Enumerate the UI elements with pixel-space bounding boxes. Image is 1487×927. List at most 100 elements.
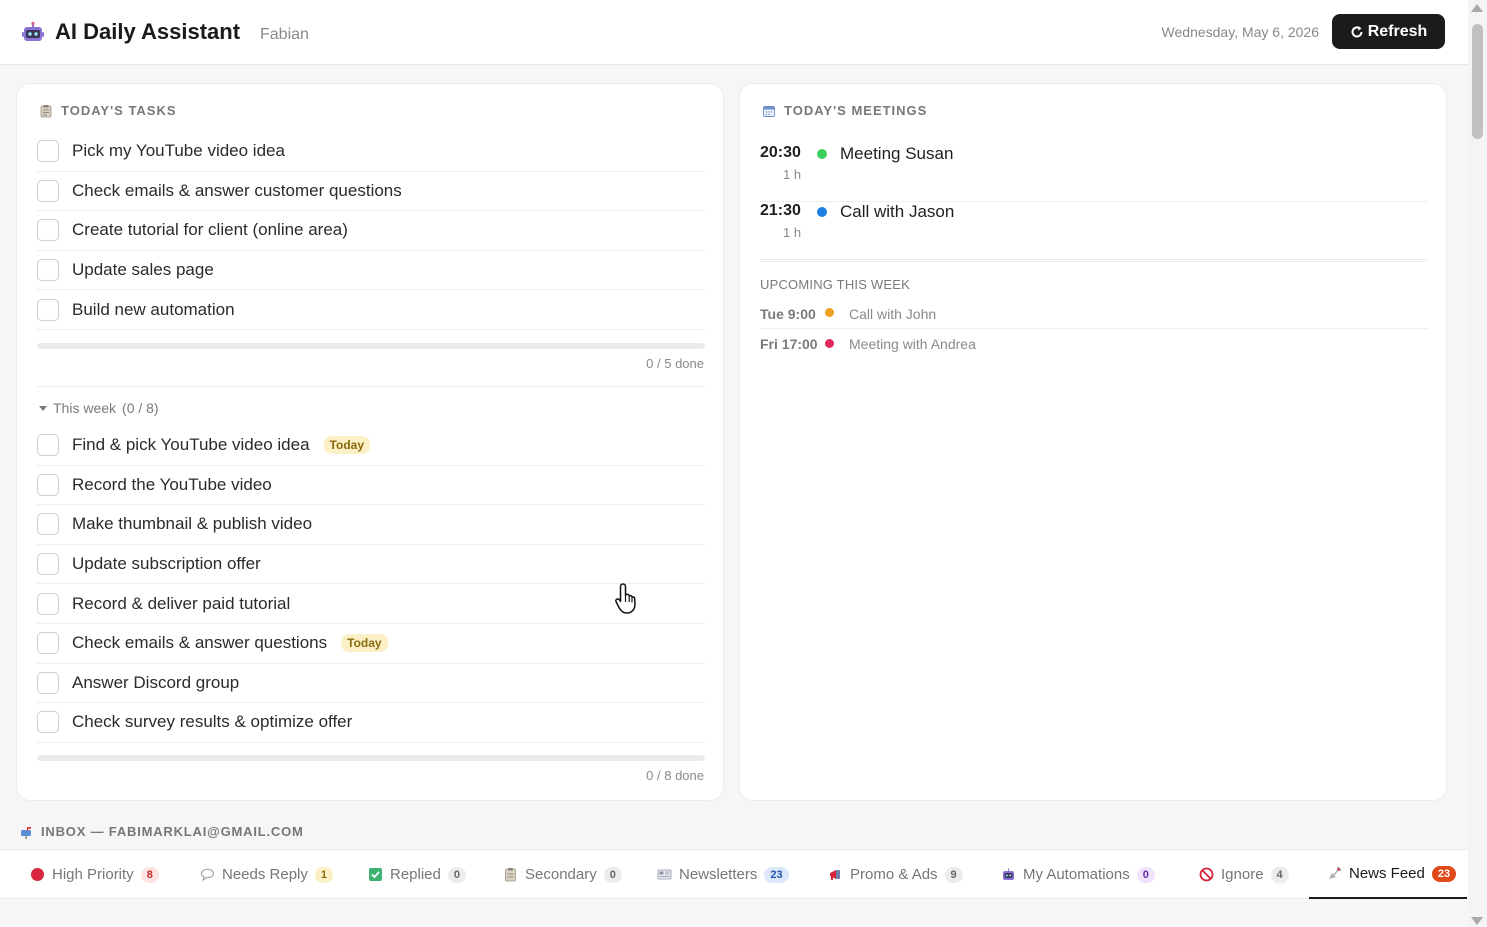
tab-promo-ads[interactable]: Promo & Ads 9 [828, 850, 963, 899]
section-divider [37, 386, 705, 387]
upcoming-time: Tue 9:00 [760, 305, 816, 322]
task-label: Build new automation [72, 299, 235, 319]
hand-cursor-icon [615, 583, 636, 614]
upcoming-title: Call with John [849, 305, 937, 322]
refresh-label: Refresh [1367, 22, 1428, 40]
upcoming-label: UPCOMING THIS WEEK [760, 277, 910, 292]
tab-newsletters[interactable]: Newsletters 23 [657, 850, 789, 899]
today-badge: Today [341, 634, 388, 653]
megaphone-icon [828, 867, 843, 882]
tab-my-automations[interactable]: My Automations 0 [1001, 850, 1155, 899]
page-scrollbar[interactable] [1468, 0, 1487, 927]
clipboard-icon [503, 867, 518, 882]
meeting-title: Meeting Susan [840, 144, 954, 163]
task-label: Record & deliver paid tutorial [72, 593, 291, 613]
task-checkbox[interactable] [37, 513, 59, 536]
task-row: Check emails & answer questions Today [37, 624, 705, 664]
task-label: Check emails & answer questions [72, 633, 328, 653]
meeting-duration: 1 h [783, 167, 802, 182]
clipboard-icon [40, 104, 52, 117]
task-checkbox[interactable] [37, 473, 59, 496]
tab-label: Secondary [525, 866, 597, 883]
scroll-down-arrow-icon[interactable] [1471, 917, 1483, 925]
tab-label: Needs Reply [222, 866, 308, 883]
task-checkbox[interactable] [37, 298, 59, 321]
tab-count-badge: 0 [603, 866, 622, 883]
today-progress-bar [37, 343, 705, 349]
tasks-card: TODAY'S TASKS Pick my YouTube video idea… [16, 83, 724, 801]
meeting-duration: 1 h [783, 225, 802, 240]
tab-count-badge: 4 [1270, 866, 1289, 883]
task-checkbox[interactable] [37, 711, 59, 734]
task-checkbox[interactable] [37, 632, 59, 655]
task-checkbox[interactable] [37, 592, 59, 615]
tab-count-badge: 23 [764, 866, 789, 883]
tab-secondary[interactable]: Secondary 0 [503, 850, 622, 899]
this-week-toggle[interactable]: This week (0 / 8) [39, 400, 159, 416]
tab-label: My Automations [1023, 866, 1130, 883]
upcoming-meeting-item[interactable]: Tue 9:00 Call with John [760, 299, 1428, 329]
current-date: Wednesday, May 6, 2026 [1161, 24, 1319, 40]
scroll-thumb[interactable] [1472, 24, 1483, 139]
task-row: Check survey results & optimize offer [37, 703, 705, 743]
tasks-heading: TODAY'S TASKS [39, 103, 177, 118]
task-label: Find & pick YouTube video idea [72, 435, 310, 455]
tab-label: Newsletters [679, 866, 758, 883]
task-checkbox[interactable] [37, 219, 59, 242]
week-done-count: 0 / 8 done [646, 768, 704, 783]
meeting-time: 21:30 [760, 202, 801, 219]
tab-high-priority[interactable]: High Priority 8 [30, 850, 159, 899]
red-circle-icon [30, 867, 45, 882]
week-task-list: Find & pick YouTube video idea Today Recor… [37, 426, 705, 743]
caret-down-icon [39, 405, 47, 411]
task-checkbox[interactable] [37, 179, 59, 202]
task-label: Answer Discord group [72, 672, 240, 692]
task-row: Answer Discord group [37, 664, 705, 704]
tab-count-badge: 23 [1431, 865, 1457, 882]
upcoming-meeting-item[interactable]: Fri 17:00 Meeting with Andrea [760, 329, 1428, 359]
meeting-item[interactable]: 21:30 1 h Call with Jason [760, 202, 1428, 260]
task-label: Make thumbnail & publish video [72, 514, 313, 534]
meeting-time: 20:30 [760, 144, 801, 161]
robot-icon [1001, 867, 1016, 882]
task-checkbox[interactable] [37, 553, 59, 576]
task-label: Check emails & answer customer questions [72, 180, 402, 200]
task-checkbox[interactable] [37, 259, 59, 282]
tab-label: Promo & Ads [850, 866, 938, 883]
meeting-color-dot [817, 149, 827, 159]
tab-label: High Priority [52, 866, 134, 883]
tab-count-badge: 1 [314, 866, 334, 883]
tab-needs-reply[interactable]: Needs Reply 1 [200, 850, 334, 899]
refresh-button[interactable]: Refresh [1332, 14, 1445, 49]
task-row: Update subscription offer [37, 545, 705, 585]
upcoming-title: Meeting with Andrea [849, 336, 976, 352]
meeting-item[interactable]: 20:30 1 h Meeting Susan [760, 144, 1428, 202]
task-row: Make thumbnail & publish video [37, 505, 705, 545]
week-progress-bar [37, 755, 705, 761]
task-checkbox[interactable] [37, 671, 59, 694]
tab-replied[interactable]: Replied 0 [368, 850, 466, 899]
app-title: AI Daily Assistant [55, 19, 241, 44]
meeting-title: Call with Jason [840, 202, 955, 221]
check-box-icon [368, 867, 383, 882]
tab-ignore[interactable]: Ignore 4 [1199, 850, 1289, 899]
task-label: Check survey results & optimize offer [72, 712, 353, 732]
task-checkbox[interactable] [37, 434, 59, 457]
task-row: Record the YouTube video [37, 466, 705, 506]
tab-news-feed[interactable]: News Feed 23 [1309, 850, 1467, 899]
scroll-up-arrow-icon[interactable] [1471, 4, 1483, 12]
tab-label: Ignore [1221, 866, 1264, 883]
tab-count-badge: 9 [944, 866, 963, 883]
task-label: Update sales page [72, 260, 214, 280]
task-checkbox[interactable] [37, 140, 59, 163]
task-row: Update sales page [37, 251, 705, 291]
app-header: AI Daily Assistant Fabian Wednesday, May… [0, 0, 1468, 65]
meetings-divider [760, 261, 1428, 262]
tab-label: News Feed [1349, 865, 1425, 882]
task-row: Create tutorial for client (online area) [37, 211, 705, 251]
meetings-heading: TODAY'S MEETINGS [762, 103, 927, 118]
upcoming-time: Fri 17:00 [760, 336, 818, 352]
meeting-color-dot [817, 207, 827, 217]
task-row: Record & deliver paid tutorial [37, 584, 705, 624]
today-done-count: 0 / 5 done [646, 356, 704, 371]
